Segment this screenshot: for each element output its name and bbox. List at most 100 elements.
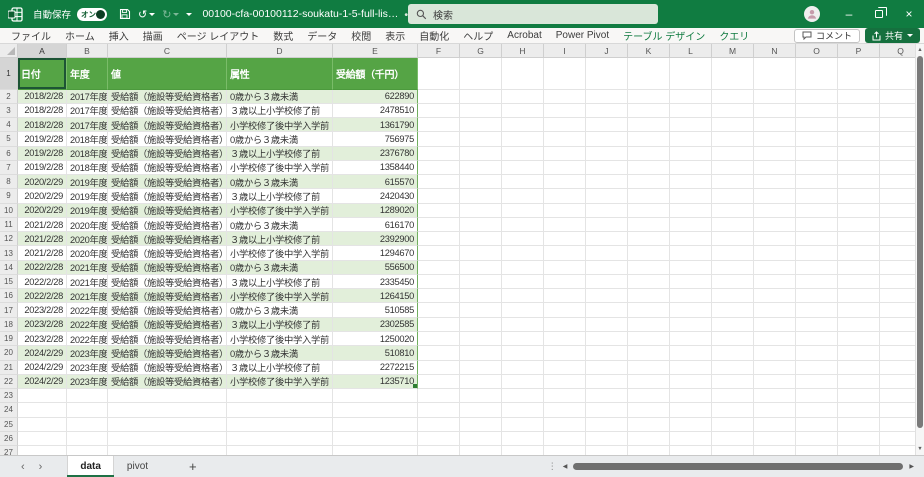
cell-N25[interactable] (754, 417, 796, 432)
cell-O4[interactable] (796, 118, 838, 133)
cell-P20[interactable] (838, 346, 880, 361)
cell-N11[interactable] (754, 217, 796, 233)
cell-C8[interactable]: 受給額（施設等受給資格者） (108, 175, 227, 190)
cell-N9[interactable] (754, 189, 796, 204)
cell-N1[interactable] (754, 58, 796, 90)
cell-A3[interactable]: 2018/2/28 (18, 103, 67, 119)
cell-L8[interactable] (670, 175, 712, 190)
cell-D4[interactable]: 小学校修了後中学入学前 (227, 118, 333, 133)
cell-P19[interactable] (838, 332, 880, 347)
cell-G14[interactable] (460, 260, 502, 275)
restore-button[interactable] (864, 0, 894, 28)
cell-B12[interactable]: 2020年度 (67, 232, 108, 247)
cell-J7[interactable] (586, 160, 628, 176)
row-header-18[interactable]: 18 (0, 317, 18, 333)
cell-B21[interactable]: 2023年度 (67, 360, 108, 375)
cell-E15[interactable]: 2335450 (333, 274, 418, 290)
cell-A12[interactable]: 2021/2/28 (18, 232, 67, 247)
cell-F14[interactable] (418, 260, 460, 275)
cell-B9[interactable]: 2019年度 (67, 189, 108, 204)
cell-L2[interactable] (670, 89, 712, 104)
cell-B11[interactable]: 2020年度 (67, 217, 108, 233)
cell-K8[interactable] (628, 175, 670, 190)
cell-J11[interactable] (586, 217, 628, 233)
cell-F10[interactable] (418, 203, 460, 218)
cell-M17[interactable] (712, 303, 754, 318)
cell-I27[interactable] (544, 446, 586, 455)
cell-H19[interactable] (502, 332, 544, 347)
column-header-D[interactable]: D (227, 44, 333, 57)
cell-A7[interactable]: 2019/2/28 (18, 160, 67, 176)
ribbon-tab-データ[interactable]: データ (300, 28, 344, 43)
cell-H21[interactable] (502, 360, 544, 375)
cell-G24[interactable] (460, 403, 502, 418)
cell-A26[interactable] (18, 431, 67, 447)
cell-L24[interactable] (670, 403, 712, 418)
cell-C16[interactable]: 受給額（施設等受給資格者） (108, 289, 227, 304)
cell-O20[interactable] (796, 346, 838, 361)
cell-D20[interactable]: 0歳から３歳未満 (227, 346, 333, 361)
row-header-10[interactable]: 10 (0, 203, 18, 218)
cell-J15[interactable] (586, 274, 628, 290)
cell-C27[interactable] (108, 446, 227, 455)
cell-N8[interactable] (754, 175, 796, 190)
cell-K6[interactable] (628, 146, 670, 161)
row-header-21[interactable]: 21 (0, 360, 18, 375)
cell-H12[interactable] (502, 232, 544, 247)
cell-G18[interactable] (460, 317, 502, 333)
cell-M2[interactable] (712, 89, 754, 104)
cell-G17[interactable] (460, 303, 502, 318)
cell-I21[interactable] (544, 360, 586, 375)
cell-J25[interactable] (586, 417, 628, 432)
cell-C22[interactable]: 受給額（施設等受給資格者） (108, 374, 227, 390)
cell-G6[interactable] (460, 146, 502, 161)
cell-L26[interactable] (670, 431, 712, 447)
cell-K3[interactable] (628, 103, 670, 119)
cell-J24[interactable] (586, 403, 628, 418)
cell-P8[interactable] (838, 175, 880, 190)
cell-D15[interactable]: ３歳以上小学校修了前 (227, 274, 333, 290)
cell-F16[interactable] (418, 289, 460, 304)
cell-L27[interactable] (670, 446, 712, 455)
row-header-8[interactable]: 8 (0, 175, 18, 190)
undo-button[interactable]: ↺ (136, 5, 157, 23)
cell-K13[interactable] (628, 246, 670, 261)
select-all-corner[interactable] (0, 44, 18, 57)
cell-O24[interactable] (796, 403, 838, 418)
cell-D5[interactable]: 0歳から３歳未満 (227, 132, 333, 147)
cell-P22[interactable] (838, 374, 880, 390)
excel-app-icon[interactable] (8, 6, 23, 22)
cell-C1[interactable]: 値 (108, 58, 227, 90)
cell-E26[interactable] (333, 431, 418, 447)
cell-H22[interactable] (502, 374, 544, 390)
cell-L25[interactable] (670, 417, 712, 432)
scroll-down-icon[interactable]: ▼ (917, 443, 922, 455)
cell-J5[interactable] (586, 132, 628, 147)
cell-N2[interactable] (754, 89, 796, 104)
cell-K26[interactable] (628, 431, 670, 447)
cell-J20[interactable] (586, 346, 628, 361)
cell-C6[interactable]: 受給額（施設等受給資格者） (108, 146, 227, 161)
cell-C15[interactable]: 受給額（施設等受給資格者） (108, 274, 227, 290)
add-sheet-button[interactable]: + (189, 459, 197, 474)
cell-D17[interactable]: 0歳から３歳未満 (227, 303, 333, 318)
cell-D11[interactable]: 0歳から３歳未満 (227, 217, 333, 233)
cell-E8[interactable]: 615570 (333, 175, 418, 190)
cell-K10[interactable] (628, 203, 670, 218)
cell-N10[interactable] (754, 203, 796, 218)
column-header-L[interactable]: L (670, 44, 712, 57)
cell-O23[interactable] (796, 389, 838, 404)
row-header-6[interactable]: 6 (0, 146, 18, 161)
cell-H20[interactable] (502, 346, 544, 361)
ribbon-tab-描画[interactable]: 描画 (136, 28, 170, 43)
vertical-scrollbar-thumb[interactable] (917, 56, 923, 428)
cell-O19[interactable] (796, 332, 838, 347)
cell-B24[interactable] (67, 403, 108, 418)
cell-D25[interactable] (227, 417, 333, 432)
cell-G7[interactable] (460, 160, 502, 176)
column-header-H[interactable]: H (502, 44, 544, 57)
cell-A21[interactable]: 2024/2/29 (18, 360, 67, 375)
cell-O10[interactable] (796, 203, 838, 218)
cell-K7[interactable] (628, 160, 670, 176)
cell-N3[interactable] (754, 103, 796, 119)
